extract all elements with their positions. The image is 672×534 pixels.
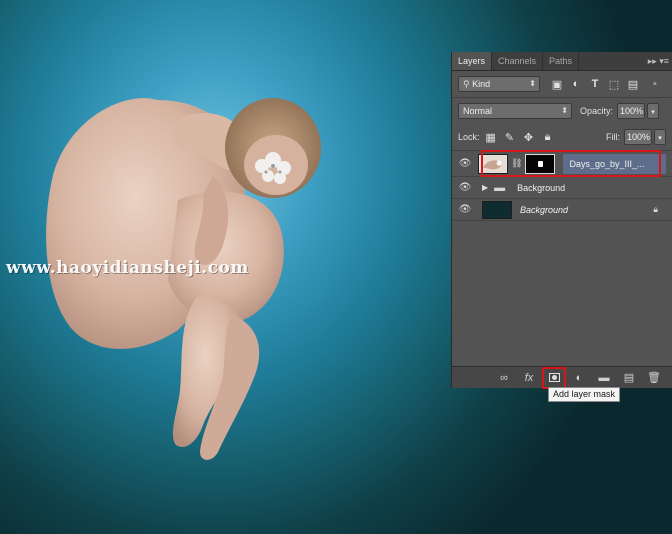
chevron-down-icon: ▾ bbox=[658, 135, 662, 142]
layer-name: Background bbox=[517, 182, 566, 193]
chevron-down-icon: ▾ bbox=[651, 109, 655, 116]
lock-image-icon[interactable]: ✎ bbox=[503, 130, 517, 144]
blend-mode-select[interactable]: Normal ⬍ bbox=[458, 103, 572, 119]
disclosure-triangle-icon[interactable]: ▶ bbox=[482, 183, 488, 192]
tab-paths[interactable]: Paths bbox=[543, 52, 580, 70]
add-layer-mask-button[interactable] bbox=[542, 366, 566, 389]
link-layers-icon[interactable]: ∞ bbox=[496, 371, 512, 385]
trash-icon[interactable]: 🗑︎ bbox=[646, 371, 662, 385]
new-group-folder-icon[interactable]: ▬ bbox=[596, 371, 612, 385]
filter-kind-select[interactable]: ⚲ Kind ⬍ bbox=[458, 76, 540, 92]
lock-row: Lock: ▦ ✎ ✥ 🔒︎ Fill: 100% ▾ bbox=[452, 124, 672, 150]
lock-position-icon[interactable]: ✥ bbox=[522, 130, 536, 144]
background-thumbnail bbox=[482, 200, 512, 219]
filter-kind-label: Kind bbox=[472, 79, 491, 89]
tooltip-add-layer-mask: Add layer mask bbox=[548, 387, 621, 402]
highlight-box-mask-button bbox=[542, 366, 566, 389]
adjustment-layer-icon[interactable]: ◐ bbox=[571, 371, 587, 385]
blend-mode-label: Normal bbox=[463, 106, 493, 116]
filter-row: ⚲ Kind ⬍ ▣ ◐ T ⬚ ▤ ▪ bbox=[452, 71, 672, 97]
lock-all-icon[interactable]: 🔒︎ bbox=[541, 130, 555, 144]
layer-row-days-go-by[interactable]: 👁︎ ⛓︎ Days_go_by_III_... bbox=[452, 150, 672, 177]
lock-transparent-icon[interactable]: ▦ bbox=[484, 130, 498, 144]
panel-menu-icon[interactable]: ▸▸ ▾≡ bbox=[648, 52, 669, 71]
panel-tabbar: Layers Channels Paths ▸▸ ▾≡ bbox=[452, 52, 672, 71]
filter-shape-icon[interactable]: ⬚ bbox=[607, 77, 621, 91]
lock-icon: 🔒︎ bbox=[653, 204, 658, 214]
layer-row-background-group[interactable]: 👁︎ ▶ ▬ Background bbox=[452, 177, 672, 199]
opacity-dropdown[interactable]: ▾ bbox=[647, 103, 660, 119]
visibility-eye-icon[interactable]: 👁︎ bbox=[452, 182, 478, 193]
layers-panel: Layers Channels Paths ▸▸ ▾≡ ⚲ Kind ⬍ ▣ ◐… bbox=[451, 52, 672, 389]
fill-label: Fill: bbox=[606, 132, 620, 142]
opacity-label: Opacity: bbox=[580, 106, 614, 116]
layer-row-background[interactable]: 👁︎ Background 🔒︎ bbox=[452, 199, 672, 221]
layer-name: Background bbox=[520, 204, 569, 215]
visibility-eye-icon[interactable]: 👁︎ bbox=[452, 204, 478, 215]
filter-type-icon[interactable]: T bbox=[588, 77, 602, 91]
filter-toggle-icon[interactable]: ▪ bbox=[648, 77, 662, 91]
search-icon: ⚲ bbox=[463, 79, 473, 89]
lock-label: Lock: bbox=[458, 132, 480, 142]
filter-smartobject-icon[interactable]: ▤ bbox=[626, 77, 640, 91]
blend-row: Normal ⬍ Opacity: 100% ▾ bbox=[452, 98, 672, 124]
chevron-updown-icon: ⬍ bbox=[561, 106, 568, 115]
opacity-input[interactable]: 100% bbox=[617, 103, 646, 119]
visibility-eye-icon[interactable]: 👁︎ bbox=[452, 158, 478, 169]
filter-adjustment-icon[interactable]: ◐ bbox=[569, 77, 583, 91]
fill-dropdown[interactable]: ▾ bbox=[654, 129, 666, 145]
highlight-box-layer bbox=[481, 150, 661, 177]
watermark-text: www.haoyidiansheji.com bbox=[6, 258, 249, 278]
tab-channels[interactable]: Channels bbox=[492, 52, 544, 70]
panel-bottom-bar: ∞ fx ◐ ▬ ▤ 🗑︎ bbox=[452, 366, 672, 389]
fill-input[interactable]: 100% bbox=[624, 129, 652, 145]
new-layer-icon[interactable]: ▤ bbox=[621, 371, 637, 385]
chevron-updown-icon: ⬍ bbox=[529, 79, 536, 88]
layer-style-fx-icon[interactable]: fx bbox=[521, 371, 537, 385]
tab-layers[interactable]: Layers bbox=[452, 52, 493, 70]
layers-empty-area[interactable] bbox=[452, 221, 672, 366]
filter-pixel-icon[interactable]: ▣ bbox=[550, 77, 564, 91]
folder-icon: ▬ bbox=[494, 181, 506, 194]
